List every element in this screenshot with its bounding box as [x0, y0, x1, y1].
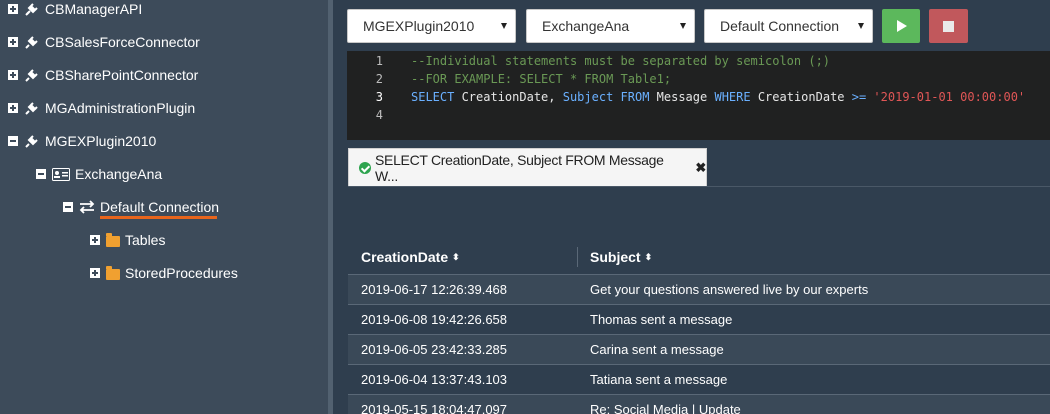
expand-icon[interactable] [8, 37, 18, 47]
cell-subject: Carina sent a message [590, 342, 724, 357]
table-row[interactable]: 2019-05-15 18:04:47.097 Re: Social Media… [348, 394, 1050, 414]
plug-icon [24, 100, 40, 116]
tree-item-cbmanagerapi[interactable]: CBManagerAPI [8, 0, 142, 21]
collapse-icon[interactable] [8, 136, 18, 146]
datasource-card-icon [52, 167, 70, 181]
code-keyword: SELECT [411, 90, 455, 104]
expand-icon[interactable] [8, 70, 18, 80]
editor-line-active: 3 SELECT CreationDate, Subject FROM Mess… [347, 88, 1050, 106]
code-statement: SELECT CreationDate, Subject FROM Messag… [411, 90, 1025, 104]
tree-item-mgexplugin2010[interactable]: MGEXPlugin2010 [8, 129, 156, 153]
column-header-label: CreationDate [361, 249, 449, 265]
tree-item-exchangeana[interactable]: ExchangeAna [36, 162, 162, 186]
plug-icon [24, 1, 40, 17]
code-identifier: CreationDate [750, 90, 852, 104]
code-comment: --FOR EXAMPLE: SELECT * FROM Table1; [411, 72, 672, 86]
collapse-icon[interactable] [36, 169, 46, 179]
editor-line: 2 --FOR EXAMPLE: SELECT * FROM Table1; [347, 70, 1050, 88]
datasource-select[interactable]: ExchangeAna [526, 9, 695, 43]
connection-select[interactable]: Default Connection [704, 9, 873, 43]
column-header-creationdate[interactable]: CreationDate ⬍ [361, 243, 460, 271]
plug-icon [24, 133, 40, 149]
code-comment: --Individual statements must be separate… [411, 54, 831, 68]
editor-line: 4 [347, 106, 1050, 124]
cell-subject: Thomas sent a message [590, 312, 733, 327]
selected-underline [100, 216, 217, 219]
cell-creationdate: 2019-06-05 23:42:33.285 [361, 342, 508, 357]
sort-icon[interactable]: ⬍ [452, 253, 460, 262]
cell-creationdate: 2019-05-15 18:04:47.097 [361, 402, 508, 414]
chevron-down-icon [501, 23, 507, 29]
line-number: 3 [375, 90, 383, 104]
tree-item-label: MGEXPlugin2010 [45, 133, 157, 149]
cell-subject: Re: Social Media | Update [590, 402, 741, 414]
sql-editor[interactable]: 1 --Individual statements must be separa… [347, 51, 1050, 140]
connection-select-value: Default Connection [720, 18, 840, 34]
object-explorer-sidebar: CBManagerAPI CBSalesForceConnector CBSha… [0, 0, 328, 414]
tree-item-label: Tables [125, 232, 166, 248]
tree-item-label: Default Connection [100, 199, 220, 215]
tree-item-label: MGAdministrationPlugin [45, 100, 196, 116]
code-operator: >= [851, 90, 867, 104]
cell-creationdate: 2019-06-17 12:26:39.468 [361, 282, 508, 297]
collapse-icon[interactable] [63, 202, 73, 212]
cell-creationdate: 2019-06-04 13:37:43.103 [361, 372, 508, 387]
datasource-select-value: ExchangeAna [542, 18, 630, 34]
run-query-button[interactable] [882, 9, 920, 43]
table-row[interactable]: 2019-06-17 12:26:39.468 Get your questio… [348, 274, 1050, 304]
editor-line: 1 --Individual statements must be separa… [347, 52, 1050, 70]
expand-icon[interactable] [90, 268, 100, 278]
result-tab-label: SELECT CreationDate, Subject FROM Messag… [375, 151, 664, 184]
success-check-icon [359, 161, 371, 174]
plugin-select[interactable]: MGEXPlugin2010 [347, 9, 516, 43]
code-string: '2019-01-01 00:00:00' [866, 90, 1026, 104]
folder-icon [106, 265, 120, 280]
column-resizer[interactable] [577, 247, 578, 267]
plug-icon [24, 34, 40, 50]
table-row[interactable]: 2019-06-04 13:37:43.103 Tatiana sent a m… [348, 364, 1050, 394]
code-identifier: Message [649, 90, 715, 104]
cell-subject: Tatiana sent a message [590, 372, 728, 387]
plug-icon [24, 67, 40, 83]
cell-creationdate: 2019-06-08 19:42:26.658 [361, 312, 508, 327]
tree-item-label: ExchangeAna [75, 166, 163, 182]
column-header-subject[interactable]: Subject ⬍ [590, 243, 652, 271]
tree-item-label: CBSalesForceConnector [45, 34, 200, 50]
code-keyword: Subject FROM [562, 90, 650, 104]
tree-item-label: CBManagerAPI [45, 1, 143, 17]
expand-icon[interactable] [8, 4, 18, 14]
query-panel: MGEXPlugin2010 ExchangeAna Default Conne… [333, 0, 1050, 414]
line-number: 1 [375, 54, 383, 68]
stop-query-button[interactable] [929, 9, 968, 43]
line-number: 4 [375, 108, 383, 122]
cell-subject: Get your questions answered live by our … [590, 282, 869, 297]
result-tab[interactable]: SELECT CreationDate, Subject FROM Messag… [348, 148, 707, 186]
tree-item-storedprocedures[interactable]: StoredProcedures [90, 261, 238, 285]
expand-icon[interactable] [8, 103, 18, 113]
code-identifier: CreationDate, [454, 90, 563, 104]
close-icon[interactable]: ✖ [695, 160, 706, 176]
tree-item-cbsharepointconnector[interactable]: CBSharePointConnector [8, 63, 198, 87]
table-row[interactable]: 2019-06-05 23:42:33.285 Carina sent a me… [348, 334, 1050, 364]
results-grid: CreationDate ⬍ Subject ⬍ 2019-06-17 12:2… [348, 186, 1050, 414]
chevron-down-icon [858, 23, 864, 29]
column-header-label: Subject [590, 249, 641, 265]
tree-item-label: CBSharePointConnector [45, 67, 199, 83]
folder-icon [106, 232, 120, 247]
chevron-down-icon [680, 23, 686, 29]
tree-item-cbsalesforceconnector[interactable]: CBSalesForceConnector [8, 30, 200, 54]
expand-icon[interactable] [90, 235, 100, 245]
tree-item-label: StoredProcedures [125, 265, 238, 281]
tree-item-tables[interactable]: Tables [90, 228, 165, 252]
code-keyword: WHERE [714, 90, 751, 104]
sort-icon[interactable]: ⬍ [645, 253, 653, 262]
table-row[interactable]: 2019-06-08 19:42:26.658 Thomas sent a me… [348, 304, 1050, 334]
tree-item-mgadministrationplugin[interactable]: MGAdministrationPlugin [8, 96, 195, 120]
connection-arrows-icon [79, 200, 95, 214]
plugin-select-value: MGEXPlugin2010 [363, 18, 475, 34]
line-number: 2 [375, 72, 383, 86]
